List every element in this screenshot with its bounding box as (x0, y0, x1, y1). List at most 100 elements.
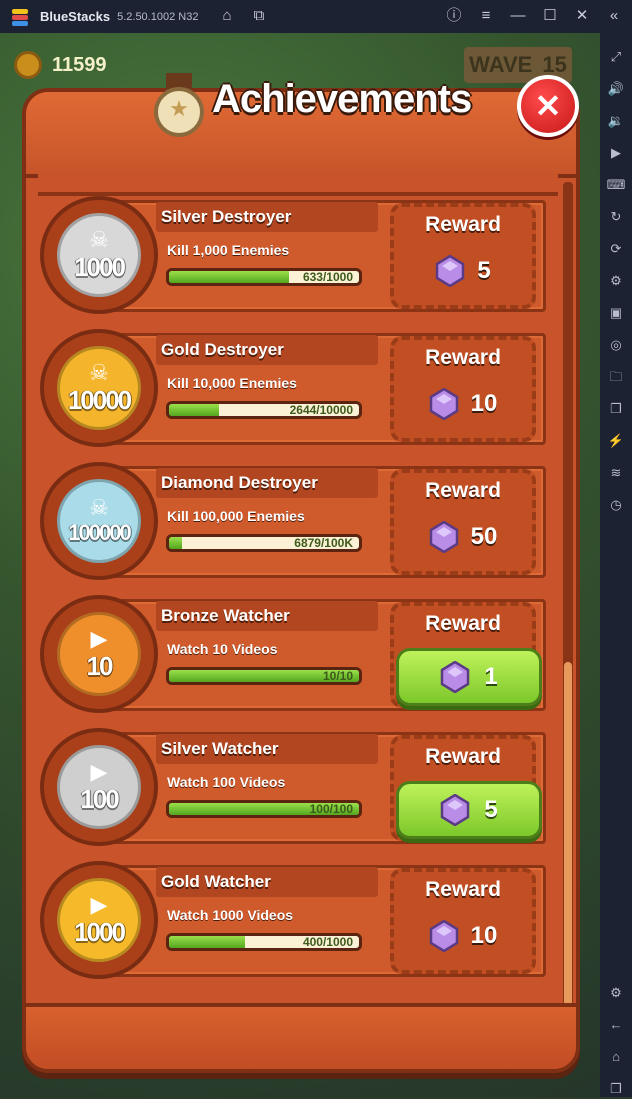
badge-medallion: ▶ 100 (57, 745, 141, 829)
settings-icon[interactable]: ⚙ (606, 983, 626, 1003)
reward-amount: 1 (484, 663, 498, 690)
achievement-name: Gold Watcher (161, 872, 271, 891)
claim-reward-button[interactable]: 5 (396, 781, 542, 839)
badge-emblem-icon: ☠ (89, 495, 109, 520)
achievement-row: ▶ 10 Bronze Watcher Watch 10 Videos 10/10 Rew… (38, 595, 546, 715)
achievement-badge: ▶ 100 (40, 728, 158, 846)
layers-icon[interactable]: ≋ (606, 463, 626, 483)
minimize-icon[interactable]: — (508, 6, 528, 26)
reward-label: Reward (425, 479, 501, 502)
emulator-sidebar: ⤢ 🔊 🔉 ▶ ⌨ ↻ ⟳ ⚙ ▣ ◎ 🗀 ❐ ⚡ ≋ ◷ ⚙ ← ⌂ ❐ (600, 33, 632, 1097)
gem-icon (429, 388, 458, 420)
folder-icon[interactable]: 🗀 (606, 367, 626, 387)
reward-content: 10 (394, 916, 532, 956)
reward-label: Reward (425, 878, 501, 901)
progress-fill (169, 271, 290, 283)
achievement-row: ☠ 1000 Silver Destroyer Kill 1,000 Enemies 6… (38, 196, 546, 316)
progress-bar: 2644/10000 (166, 401, 362, 419)
keyboard-icon[interactable]: ⌨ (606, 175, 626, 195)
bluestacks-logo (10, 7, 30, 27)
emulator-title-bar: BlueStacks 5.2.50.1002 N32 ⌂ ⧉ ⓘ ≡ — ☐ ✕… (0, 0, 632, 33)
reward-label: Reward (425, 213, 501, 236)
achievement-badge: ☠ 100000 (40, 462, 158, 580)
close-window-icon[interactable]: ✕ (572, 6, 592, 26)
badge-medallion: ▶ 10 (57, 612, 141, 696)
recent-apps-icon[interactable]: ❐ (606, 1079, 626, 1099)
progress-text: 2644/10000 (289, 403, 353, 417)
badge-number: 1000 (74, 916, 126, 947)
maximize-icon[interactable]: ☐ (540, 6, 560, 26)
achievement-badge: ☠ 10000 (40, 329, 158, 447)
scrollbar[interactable] (563, 182, 573, 1022)
badge-emblem-icon: ☠ (89, 226, 109, 252)
progress-fill (169, 404, 220, 416)
reward-amount: 50 (470, 523, 498, 550)
coin-amount: 11599 (52, 53, 107, 76)
apk-icon[interactable]: ▣ (606, 303, 626, 323)
claim-reward-button[interactable]: 1 (396, 648, 542, 706)
multi-instance-icon[interactable]: ❐ (606, 399, 626, 419)
performance-icon[interactable]: ◷ (606, 495, 626, 515)
achievement-badge: ▶ 1000 (40, 861, 158, 979)
reward-label: Reward (425, 346, 501, 369)
badge-emblem-icon: ☠ (89, 359, 109, 385)
progress-bar: 10/10 (166, 667, 362, 685)
fullscreen-icon[interactable]: ⤢ (606, 47, 626, 67)
achievement-row: ☠ 100000 Diamond Destroyer Kill 100,000 Ene… (38, 462, 546, 582)
progress-fill (169, 537, 183, 549)
achievement-name: Gold Destroyer (161, 340, 284, 359)
gem-icon (441, 794, 470, 826)
app-version: 5.2.50.1002 N32 (117, 10, 199, 23)
help-icon[interactable]: ⓘ (444, 6, 464, 26)
achievement-name: Silver Destroyer (161, 207, 292, 226)
rotate-icon[interactable]: ↻ (606, 207, 626, 227)
back-icon[interactable]: ← (606, 1015, 626, 1035)
multi-window-icon[interactable]: ⧉ (249, 6, 269, 26)
achievement-description: Watch 100 Videos (167, 774, 286, 790)
menu-icon[interactable]: ≡ (476, 6, 496, 26)
previous-achievement-row (38, 174, 558, 196)
home-icon[interactable]: ⌂ (606, 1047, 626, 1067)
achievements-panel: ☠ 1000 Silver Destroyer Kill 1,000 Enemies 6… (22, 88, 580, 1073)
panel-title: Achievements (212, 77, 472, 121)
media-icon[interactable]: ▶ (606, 143, 626, 163)
achievement-name: Diamond Destroyer (161, 473, 318, 492)
achievement-description: Kill 10,000 Enemies (167, 375, 297, 391)
badge-medallion: ☠ 1000 (57, 213, 141, 297)
achievement-name: Bronze Watcher (161, 606, 290, 625)
reward-box: Reward 10 (390, 336, 536, 442)
badge-emblem-icon: ▶ (90, 891, 108, 917)
volume-up-icon[interactable]: 🔊 (606, 79, 626, 99)
reward-amount: 5 (484, 796, 498, 823)
gem-icon (436, 255, 465, 287)
achievement-list[interactable]: ☠ 1000 Silver Destroyer Kill 1,000 Enemies 6… (38, 174, 558, 1029)
scroll-thumb[interactable] (564, 662, 572, 1022)
reward-label: Reward (425, 745, 501, 768)
badge-number: 10000 (67, 384, 132, 415)
reward-content: 50 (394, 517, 532, 557)
screenshot-icon[interactable]: ◎ (606, 335, 626, 355)
achievement-row: ▶ 1000 Gold Watcher Watch 1000 Videos 400/10… (38, 861, 546, 981)
reward-amount: 5 (477, 257, 491, 284)
home-icon[interactable]: ⌂ (217, 6, 237, 26)
badge-medallion: ▶ 1000 (57, 878, 141, 962)
badge-emblem-icon: ▶ (90, 625, 108, 651)
wave-label: WAVE (469, 52, 533, 77)
game-viewport: 11599 WAVE 15 ☠ 1000 Silver Destroyer Kill … (0, 33, 600, 1097)
close-button[interactable]: ✕ (517, 75, 579, 137)
badge-number: 100000 (68, 520, 131, 545)
collapse-sidebar-icon[interactable]: « (604, 6, 624, 26)
progress-bar: 100/100 (166, 800, 362, 818)
progress-text: 10/10 (322, 669, 353, 683)
reward-content: 5 (394, 251, 532, 291)
achievement-description: Kill 100,000 Enemies (167, 508, 305, 524)
sync-icon[interactable]: ⟳ (606, 239, 626, 259)
progress-text: 400/1000 (302, 935, 353, 949)
eco-mode-icon[interactable]: ⚡ (606, 431, 626, 451)
achievement-description: Kill 1,000 Enemies (167, 242, 290, 258)
progress-text: 633/1000 (302, 270, 353, 284)
macro-icon[interactable]: ⚙ (606, 271, 626, 291)
volume-down-icon[interactable]: 🔉 (606, 111, 626, 131)
badge-number: 100 (80, 783, 119, 814)
progress-bar: 6879/100K (166, 534, 362, 552)
